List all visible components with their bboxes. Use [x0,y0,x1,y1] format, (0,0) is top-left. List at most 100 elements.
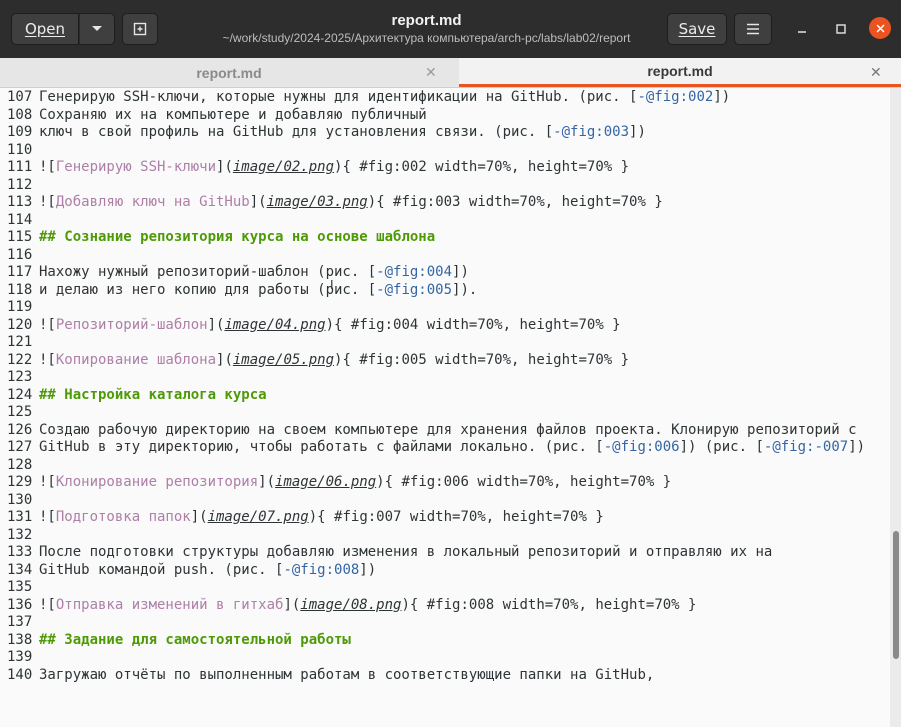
editor-line[interactable]: 126 Создаю рабочую директорию на своем ко… [7,422,884,440]
text-segment: -@fig:002 [637,89,714,105]
line-number: 136 [7,596,33,613]
tab-close-icon[interactable]: ✕ [870,64,882,81]
line-text: ![Генерирую SSH-ключи](image/02.png){ #f… [39,159,884,177]
editor-line[interactable]: 122 ![Копирование шаблона](image/05.png){… [7,352,884,370]
editor-line[interactable]: 123 [7,369,884,387]
text-segment: После подготовки структуры добавляю изме… [39,544,773,560]
editor-line[interactable]: 131 ![Подготовка папок](image/07.png){ #f… [7,509,884,527]
text-segment: Генерирую SSH-ключи [55,159,217,175]
text-segment: Клонирование репозитория [55,474,259,490]
text-segment: image/03.png [266,194,368,210]
editor-line[interactable]: 114 [7,212,884,230]
text-segment: Генерирую SSH-ключи, которые нужны для и… [39,89,638,105]
line-text: и делаю из него копию для работы (рис. [… [39,282,884,300]
line-number: 115 [7,229,33,245]
editor-line[interactable]: 139 [7,649,884,667]
line-text: Создаю рабочую директорию на своем компь… [39,422,884,440]
line-text: ![Отправка изменений в гитхаб](image/08.… [39,597,884,615]
line-text: Нахожу нужный репозиторий-шаблон (рис. [… [39,264,884,282]
line-number: 119 [7,299,33,315]
editor-line[interactable]: 137 [7,614,884,632]
text-segment: -@fig:-007 [763,439,849,455]
editor-line[interactable]: 108 Сохраняю их на компьютере и добавляю … [7,107,884,125]
close-icon [875,23,885,33]
tab-label: report.md [196,64,262,81]
editor-line[interactable]: 111 ![Генерирую SSH-ключи](image/02.png){… [7,159,884,177]
line-number: 114 [7,211,33,228]
line-text: ![Подготовка папок](image/07.png){ #fig:… [39,509,884,527]
line-text: Загружаю отчёты по выполненным работам в… [39,667,884,685]
editor-line[interactable]: 112 [7,177,884,195]
text-segment: image/07.png [207,509,309,525]
text-segment: image/06.png [275,474,377,490]
editor-line[interactable]: 134 GitHub командой push. (рис. [-@fig:00… [7,562,884,580]
editor-line[interactable]: 109 ключ в свой профиль на GitHub для уст… [7,124,884,142]
editor-line[interactable]: 117 Нахожу нужный репозиторий-шаблон (рис… [7,264,884,282]
minimize-button[interactable] [791,18,813,40]
editor-line[interactable]: 115 ## Сознание репозитория курса на осно… [7,229,884,247]
line-number: 113 [7,194,33,210]
editor-line[interactable]: 133 После подготовки структуры добавляю и… [7,544,884,562]
line-number: 138 [7,631,33,648]
editor-line[interactable]: 125 [7,404,884,422]
text-segment: { #fig:007 width=70%, height=70% } [317,509,604,525]
editor-line[interactable]: 116 [7,247,884,265]
editor-line[interactable]: 129 ![Клонирование репозитория](image/06.… [7,474,884,492]
editor-line[interactable]: 120 ![Репозиторий-шаблон](image/04.png){ … [7,317,884,335]
editor-line[interactable]: 130 [7,492,884,510]
scrollbar-thumb[interactable] [893,531,899,659]
text-segment: ) [325,316,335,333]
line-number: 137 [7,614,33,630]
tab-label: report.md [647,63,713,79]
editor-line[interactable]: 118 и делаю из него копию для работы (рис… [7,282,884,300]
line-number: 112 [7,176,33,193]
editor-line[interactable]: 136 ![Отправка изменений в гитхаб](image/… [7,597,884,615]
line-number: 123 [7,369,33,385]
editor-line[interactable]: 140 Загружаю отчёты по выполненным работа… [7,667,884,685]
line-number: 134 [7,561,33,578]
main-menu-button[interactable] [734,13,772,45]
text-segment: ![ [39,316,56,333]
text-segment: Загружаю отчёты по выполненным работам в… [39,666,655,683]
text-segment: { #fig:004 width=70%, height=70% } [334,316,621,333]
line-text: ![Клонирование репозитория](image/06.png… [39,474,884,492]
line-text: ![Репозиторий-шаблон](image/04.png){ #fi… [39,317,884,335]
editor-line[interactable]: 110 [7,142,884,160]
text-segment: ]( [216,351,233,368]
window-title: report.md [391,12,462,29]
text-segment: image/05.png [232,351,335,368]
editor-line[interactable]: 119 [7,299,884,317]
text-segment: ]( [249,194,267,210]
text-segment: -@fig:006 [603,439,680,455]
text-editor[interactable]: 107 Генерирую SSH-ключи, которые нужны дл… [0,88,901,727]
text-segment: ) [308,509,318,525]
tab-report-md-1[interactable]: report.md ✕ [0,58,458,87]
save-button[interactable]: Save [667,13,727,45]
text-segment: ]) [359,561,377,578]
text-segment: GitHub в эту директорию, чтобы работать … [39,439,604,455]
line-number: 111 [7,159,33,175]
text-segment: ![ [39,474,56,490]
tab-report-md-2[interactable]: report.md ✕ [459,58,901,87]
tab-bar: report.md ✕ report.md ✕ [0,58,901,88]
line-number: 125 [7,404,33,420]
line-number: 131 [7,509,33,525]
editor-line[interactable]: 138 ## Задание для самостоятельной работы [7,632,884,650]
close-window-button[interactable] [869,17,891,39]
editor-line[interactable]: 113 ![Добавляю ключ на GitHub](image/03.p… [7,194,884,212]
editor-line[interactable]: 135 [7,579,884,597]
editor-line[interactable]: 132 [7,527,884,545]
editor-line[interactable]: 124 ## Настройка каталога курса [7,387,884,405]
editor-line[interactable]: 127 GitHub в эту директорию, чтобы работа… [7,439,884,457]
text-segment: { #fig:006 width=70%, height=70% } [384,474,672,490]
line-text [39,404,884,422]
tab-close-icon[interactable]: ✕ [425,64,437,81]
text-segment: Сохраняю их на компьютере и добавляю пуб… [39,106,427,123]
line-text [39,142,884,160]
editor-line[interactable]: 107 Генерирую SSH-ключи, которые нужны дл… [7,89,884,107]
editor-line[interactable]: 128 [7,457,884,475]
editor-line[interactable]: 121 [7,334,884,352]
maximize-button[interactable] [830,18,852,40]
editor-lines[interactable]: 107 Генерирую SSH-ключи, которые нужны дл… [7,89,884,684]
line-text [39,527,884,545]
